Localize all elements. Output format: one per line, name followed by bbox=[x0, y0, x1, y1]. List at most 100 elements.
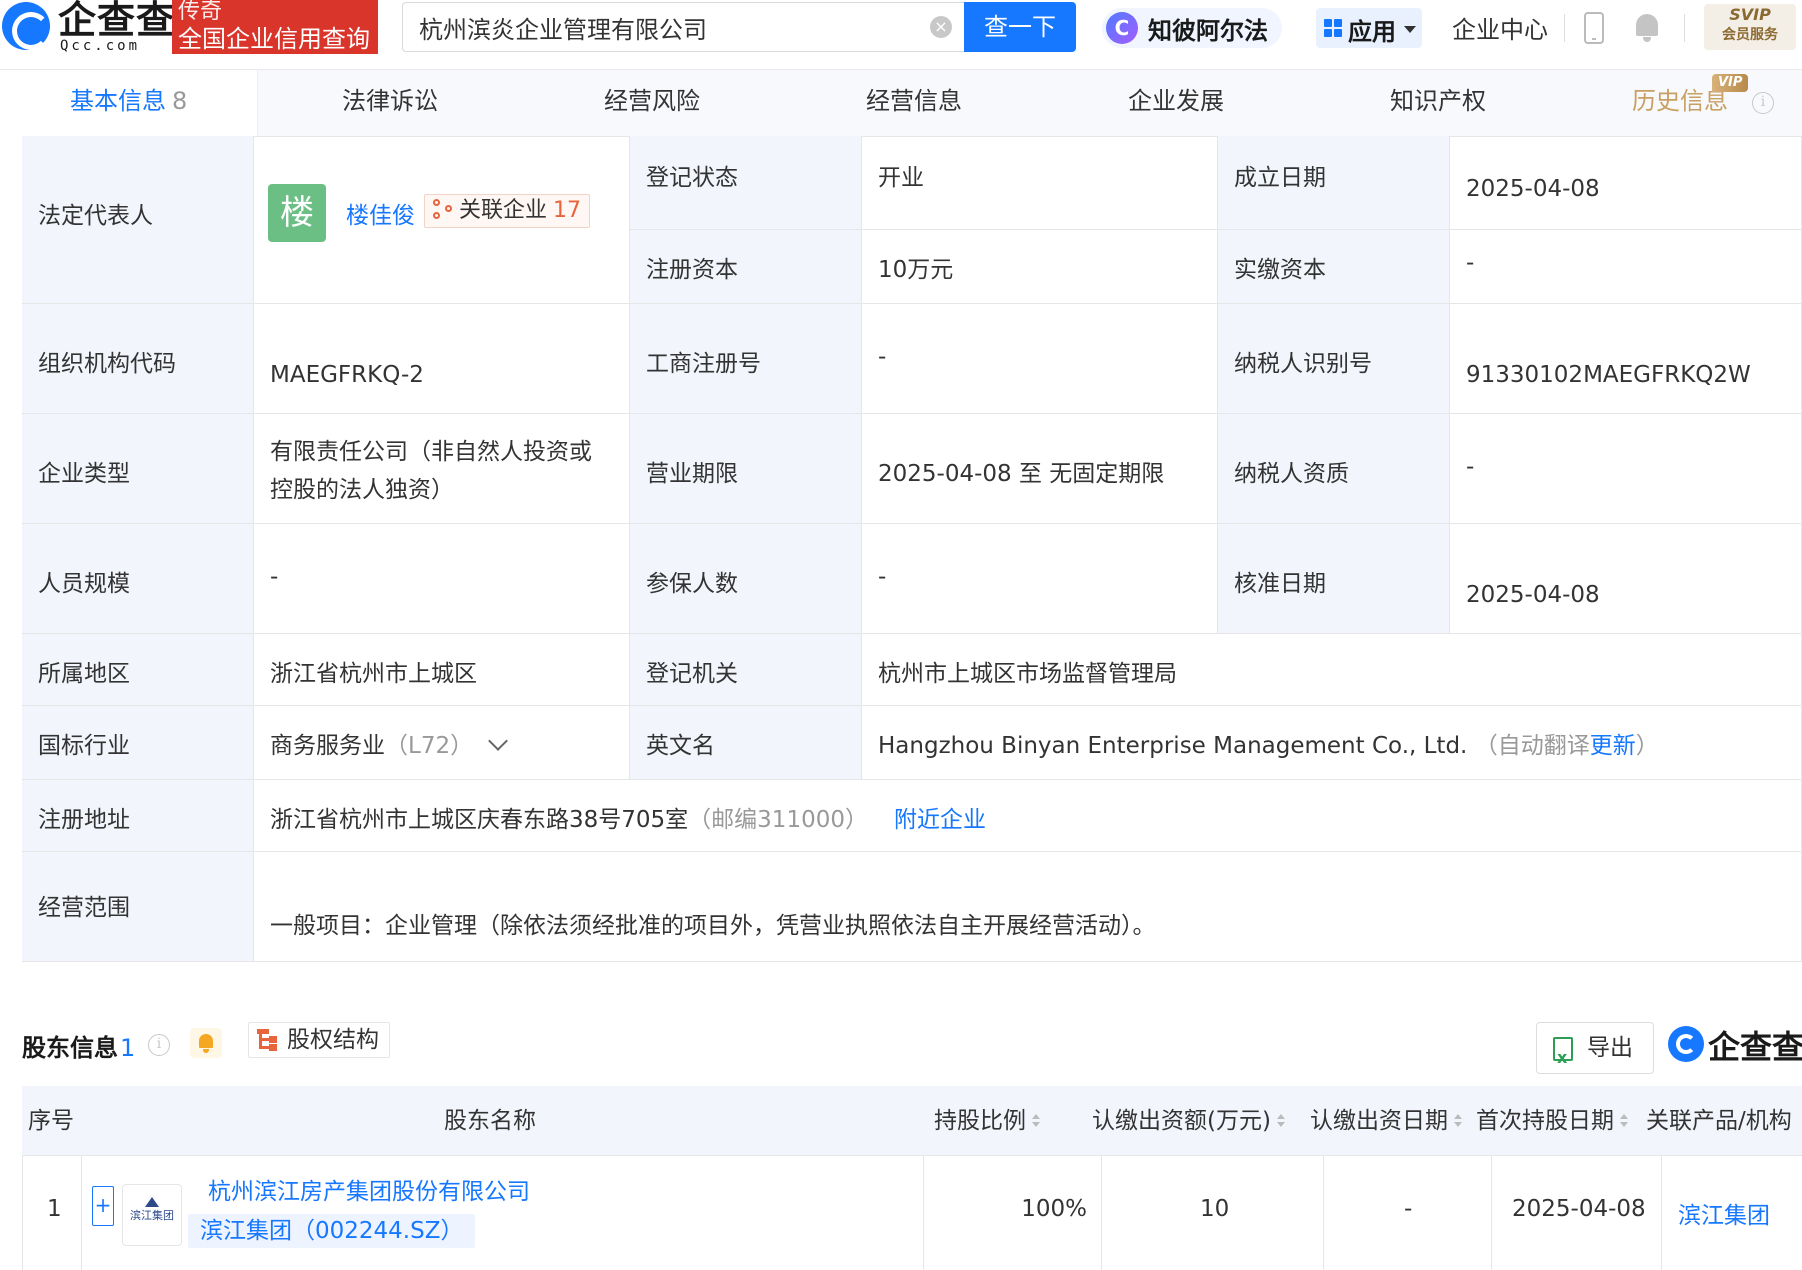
industry-value-cell[interactable]: 商务服务业（L72） bbox=[254, 706, 630, 780]
reg-capital-label-cell: 注册资本 bbox=[630, 230, 862, 304]
col-header-first-hold[interactable]: 首次持股日期 bbox=[1476, 1086, 1628, 1156]
col-header-first-hold-label: 首次持股日期 bbox=[1476, 1108, 1614, 1134]
sort-icon[interactable] bbox=[1032, 1114, 1040, 1128]
enterprise-center-link[interactable]: 企业中心 bbox=[1452, 10, 1548, 45]
reg-auth-value-cell: 杭州市上城区市场监督管理局 bbox=[862, 634, 1802, 706]
en-name-value: Hangzhou Binyan Enterprise Management Co… bbox=[878, 733, 1468, 759]
col-header-ratio-label: 持股比例 bbox=[934, 1108, 1026, 1134]
apps-grid-icon bbox=[1324, 19, 1344, 39]
insured-value-cell: - bbox=[862, 524, 1218, 634]
info-icon[interactable]: i bbox=[148, 1034, 170, 1056]
address-label-cell: 注册地址 bbox=[22, 780, 254, 852]
en-name-label: 英文名 bbox=[646, 733, 715, 759]
tax-id-label: 纳税人识别号 bbox=[1234, 351, 1372, 377]
basic-info-table: 法定代表人 楼 楼佳俊 关联企业 17 登记状态 开业 成立日期 2025-04-… bbox=[22, 136, 1802, 962]
legal-rep-name-link[interactable]: 楼佳俊 bbox=[346, 196, 415, 230]
clear-icon[interactable]: × bbox=[930, 16, 952, 38]
staff-label: 人员规模 bbox=[38, 571, 130, 597]
stock-tag[interactable]: 滨江集团（002244.SZ） bbox=[188, 1214, 476, 1248]
logo-domain: Qcc.com bbox=[60, 38, 141, 54]
search-button[interactable]: 查一下 bbox=[964, 2, 1076, 52]
nearby-companies-link[interactable]: 附近企业 bbox=[894, 807, 986, 833]
staff-value-cell: - bbox=[254, 524, 630, 634]
tab-intellectual-property[interactable]: 知识产权 bbox=[1390, 70, 1486, 136]
qcc-logo-icon[interactable] bbox=[2, 2, 50, 50]
related-product-link[interactable]: 滨江集团 bbox=[1678, 1196, 1770, 1230]
tab-basic-info[interactable]: 基本信息 8 bbox=[70, 70, 188, 136]
reg-status-label-cell: 登记状态 bbox=[630, 136, 862, 230]
company-logo[interactable]: 滨江集团 bbox=[122, 1184, 182, 1246]
insured-value: - bbox=[878, 564, 887, 590]
row-sub-date-cell: - bbox=[1324, 1156, 1492, 1270]
search-box: × bbox=[402, 2, 964, 52]
shareholders-count: 1 bbox=[120, 1034, 136, 1062]
staff-label-cell: 人员规模 bbox=[22, 524, 254, 634]
scope-label-cell: 经营范围 bbox=[22, 852, 254, 962]
paid-capital-label-cell: 实缴资本 bbox=[1218, 230, 1450, 304]
company-logo-text: 滨江集团 bbox=[130, 1209, 174, 1222]
apps-menu-button[interactable]: 应用 bbox=[1316, 8, 1422, 48]
col-header-sub-date[interactable]: 认缴出资日期 bbox=[1310, 1086, 1462, 1156]
export-label: 导出 bbox=[1587, 1035, 1633, 1061]
col-header-ratio[interactable]: 持股比例 bbox=[934, 1086, 1040, 1156]
tab-business-risk[interactable]: 经营风险 bbox=[604, 70, 700, 136]
logo-text[interactable]: 企查查 bbox=[58, 0, 175, 40]
equity-structure-button[interactable]: 股权结构 bbox=[248, 1022, 390, 1058]
approve-date-value-cell: 2025-04-08 bbox=[1450, 524, 1802, 634]
sort-icon[interactable] bbox=[1454, 1114, 1462, 1128]
paid-capital-value: - bbox=[1466, 250, 1475, 276]
export-button[interactable]: 导出 bbox=[1536, 1022, 1654, 1083]
row-subscribed-cell: 10 bbox=[1102, 1156, 1324, 1270]
paid-capital-value-cell: - bbox=[1450, 230, 1802, 304]
region-label: 所属地区 bbox=[38, 661, 130, 687]
en-name-wrap: Hangzhou Binyan Enterprise Management Co… bbox=[878, 726, 1659, 760]
tab-enterprise-development[interactable]: 企业发展 bbox=[1128, 70, 1224, 136]
related-companies-tag[interactable]: 关联企业 17 bbox=[424, 194, 591, 228]
address-wrap: 浙江省杭州市上城区庆春东路38号705室（邮编311000） 附近企业 bbox=[270, 800, 986, 834]
search-input[interactable] bbox=[419, 3, 919, 51]
zhibi-alpha-label: 知彼阿尔法 bbox=[1148, 17, 1268, 45]
notification-bell-icon[interactable] bbox=[1634, 12, 1660, 42]
address-value: 浙江省杭州市上城区庆春东路38号705室 bbox=[270, 807, 689, 833]
tax-qual-value: - bbox=[1466, 454, 1475, 480]
address-value-cell: 浙江省杭州市上城区庆春东路38号705室（邮编311000） 附近企业 bbox=[254, 780, 1802, 852]
row-index-cell: 1 bbox=[22, 1156, 82, 1270]
row-ratio: 100% bbox=[1021, 1196, 1087, 1222]
en-name-label-cell: 英文名 bbox=[630, 706, 862, 780]
region-label-cell: 所属地区 bbox=[22, 634, 254, 706]
tabs-background bbox=[258, 70, 1802, 136]
shareholder-name-link[interactable]: 杭州滨江房产集团股份有限公司 bbox=[208, 1172, 530, 1206]
sort-icon[interactable] bbox=[1276, 1114, 1285, 1128]
row-index: 1 bbox=[47, 1196, 62, 1222]
col-header-related: 关联产品/机构 bbox=[1646, 1086, 1792, 1156]
expand-plus-icon[interactable]: + bbox=[92, 1186, 114, 1226]
found-date-label-cell: 成立日期 bbox=[1218, 136, 1450, 230]
info-icon[interactable]: i bbox=[1752, 92, 1774, 114]
biz-term-label: 营业期限 bbox=[646, 461, 738, 487]
equity-structure-label: 股权结构 bbox=[287, 1027, 379, 1053]
monitor-bell-icon[interactable] bbox=[190, 1028, 222, 1058]
zhibi-alpha-button[interactable]: C 知彼阿尔法 bbox=[1102, 8, 1282, 48]
reg-status-label: 登记状态 bbox=[646, 165, 738, 191]
col-header-subscribed[interactable]: 认缴出资额(万元) bbox=[1092, 1086, 1285, 1156]
legal-rep-avatar[interactable]: 楼 bbox=[268, 184, 326, 242]
tab-business-info[interactable]: 经营信息 bbox=[866, 70, 962, 136]
caret-down-icon bbox=[1404, 26, 1416, 33]
chevron-down-icon[interactable] bbox=[488, 731, 508, 751]
update-translation-link[interactable]: 更新 bbox=[1590, 733, 1636, 759]
industry-code: （L72） bbox=[385, 733, 474, 759]
tab-legal-litigation[interactable]: 法律诉讼 bbox=[342, 70, 438, 136]
ent-type-label-cell: 企业类型 bbox=[22, 414, 254, 524]
promo-banner[interactable]: 传奇 全国企业信用查询 bbox=[172, 0, 378, 54]
shareholders-title: 股东信息1 bbox=[22, 1028, 135, 1063]
svip-subtitle: 会员服务 bbox=[1722, 27, 1778, 43]
tax-id-label-cell: 纳税人识别号 bbox=[1218, 304, 1450, 414]
approve-date-label-cell: 核准日期 bbox=[1218, 524, 1450, 634]
region-value-cell: 浙江省杭州市上城区 bbox=[254, 634, 630, 706]
row-subscribed: 10 bbox=[1200, 1196, 1230, 1222]
phone-icon[interactable] bbox=[1584, 12, 1604, 44]
sort-icon[interactable] bbox=[1620, 1114, 1628, 1128]
related-count: 17 bbox=[553, 198, 582, 223]
legal-rep-label: 法定代表人 bbox=[38, 203, 153, 229]
svip-member-button[interactable]: SVIP 会员服务 bbox=[1704, 4, 1796, 50]
